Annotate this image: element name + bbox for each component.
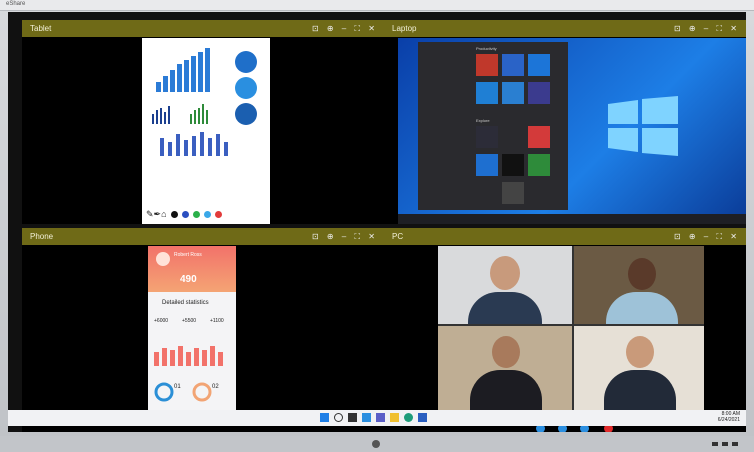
tile-apps[interactable]	[502, 54, 524, 76]
stat-1: +6000	[154, 318, 169, 324]
tile-store[interactable]	[502, 82, 524, 104]
tile-office[interactable]	[476, 54, 498, 76]
top-strip: eShare	[0, 0, 754, 11]
start-menu[interactable]: Productivity Explore	[418, 42, 568, 210]
participant-3	[438, 326, 572, 422]
tile-games[interactable]	[528, 154, 550, 176]
pct-a: 01	[174, 384, 181, 390]
pane-titlebar: Phone ⊡ ⊕ – ⛶ ✕	[22, 228, 384, 245]
explorer-icon[interactable]	[390, 413, 399, 422]
widgets-icon[interactable]	[362, 413, 371, 422]
pane-controls[interactable]: ⊡ ⊕ – ⛶ ✕	[674, 20, 740, 37]
screen: Tablet ⊡ ⊕ – ⛶ ✕ ✎✒⌂ Laptop ⊡ ⊕ – ⛶ ✕ Pr…	[8, 12, 746, 432]
section-title: Detailed statistics	[162, 300, 209, 306]
phone-bar-chart	[154, 346, 223, 366]
tile-netflix[interactable]	[502, 154, 524, 176]
tile-paint[interactable]	[528, 82, 550, 104]
video-call	[438, 246, 704, 432]
pane-phone[interactable]: Phone ⊡ ⊕ – ⛶ ✕ Robert Ross 490 Detailed…	[22, 228, 384, 432]
avatar	[156, 252, 170, 266]
pane-titlebar: PC ⊡ ⊕ – ⛶ ✕	[384, 228, 746, 245]
pane-title: Laptop	[392, 24, 417, 33]
speaker-grille	[712, 442, 740, 446]
color-red[interactable]	[214, 210, 222, 218]
task-view-icon[interactable]	[348, 413, 357, 422]
pane-controls[interactable]: ⊡ ⊕ – ⛶ ✕	[674, 228, 740, 245]
pane-title: Phone	[30, 232, 54, 241]
pane-titlebar: Laptop ⊡ ⊕ – ⛶ ✕	[384, 20, 746, 37]
tile-news[interactable]	[528, 126, 550, 148]
pane-titlebar: Tablet ⊡ ⊕ – ⛶ ✕	[22, 20, 384, 37]
camera-icon	[372, 440, 380, 448]
profile-header: Robert Ross 490	[148, 246, 236, 292]
tile-edge[interactable]	[476, 82, 498, 104]
tile-ms-store[interactable]	[476, 126, 498, 148]
edge-icon[interactable]	[404, 413, 413, 422]
windows-taskbar[interactable]	[398, 214, 746, 224]
pane-tablet[interactable]: Tablet ⊡ ⊕ – ⛶ ✕ ✎✒⌂	[22, 20, 384, 224]
points-value: 490	[180, 274, 197, 285]
store-icon[interactable]	[418, 413, 427, 422]
color-black[interactable]	[170, 210, 178, 218]
pane-controls[interactable]: ⊡ ⊕ – ⛶ ✕	[312, 20, 378, 37]
user-name: Robert Ross	[174, 252, 202, 258]
pane-title: Tablet	[30, 24, 52, 33]
color-blue[interactable]	[181, 210, 189, 218]
stat-3: +1100	[210, 318, 224, 324]
chat-icon[interactable]	[376, 413, 385, 422]
color-green[interactable]	[192, 210, 200, 218]
phone-app: Robert Ross 490 Detailed statistics +600…	[148, 246, 236, 424]
pane-pc[interactable]: PC ⊡ ⊕ – ⛶ ✕	[384, 228, 746, 432]
host-taskbar[interactable]: 8:00 AM 6/24/2021	[8, 410, 746, 426]
pen-toolbar[interactable]: ✎✒⌂	[146, 208, 266, 220]
tile-photos[interactable]	[528, 54, 550, 76]
clock-date: 6/24/2021	[717, 417, 740, 423]
tablet-document: ✎✒⌂	[142, 38, 270, 224]
bottom-bezel	[0, 436, 754, 452]
participant-1	[438, 246, 572, 324]
app-title: eShare	[6, 1, 26, 7]
participant-2	[574, 246, 704, 324]
pct-b: 02	[212, 384, 219, 390]
tile-calc[interactable]	[476, 154, 498, 176]
start-icon[interactable]	[320, 413, 329, 422]
windows-logo-icon	[608, 96, 678, 156]
windows-desktop: Productivity Explore	[398, 38, 746, 224]
section-productivity: Productivity	[476, 46, 497, 51]
tablet-charts	[152, 48, 257, 156]
participant-4	[574, 326, 704, 422]
search-icon[interactable]	[334, 413, 343, 422]
system-tray[interactable]: 8:00 AM 6/24/2021	[718, 411, 740, 423]
pane-controls[interactable]: ⊡ ⊕ – ⛶ ✕	[312, 228, 378, 245]
tile-misc[interactable]	[502, 182, 524, 204]
pane-title: PC	[392, 232, 404, 241]
stat-2: +5500	[182, 318, 197, 324]
pane-laptop[interactable]: Laptop ⊡ ⊕ – ⛶ ✕ Productivity Explore	[384, 20, 746, 224]
section-explore: Explore	[476, 118, 490, 123]
tile-weather[interactable]	[502, 126, 524, 148]
color-cyan[interactable]	[203, 210, 211, 218]
